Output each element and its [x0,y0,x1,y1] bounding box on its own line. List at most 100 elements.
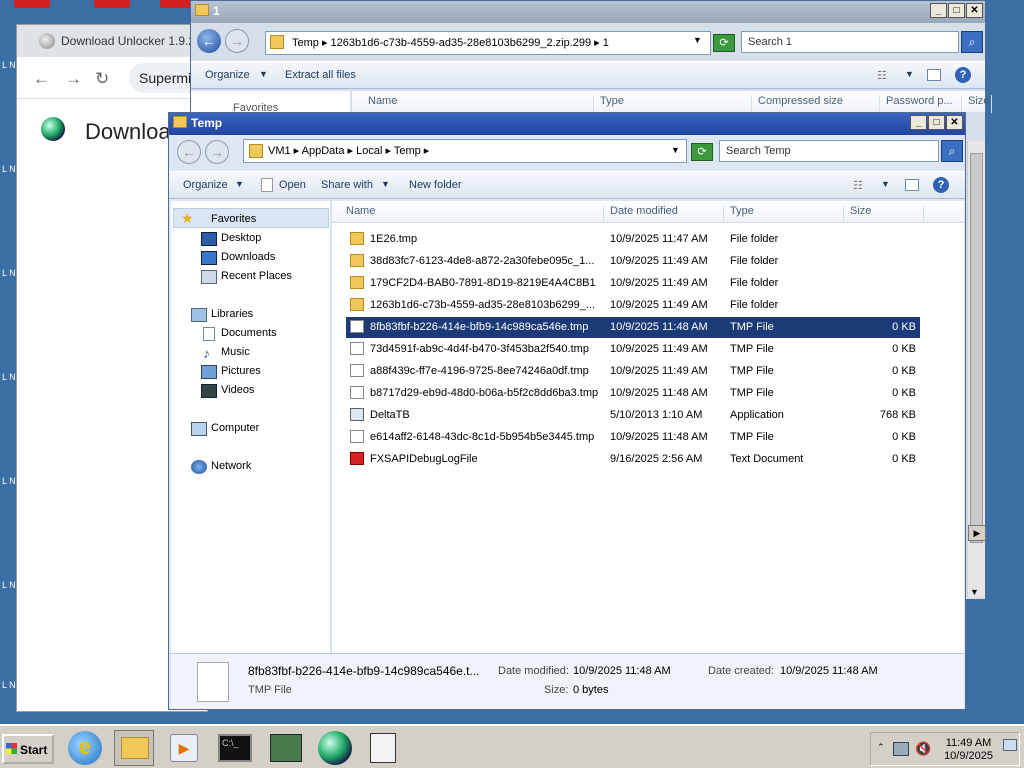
column-size[interactable]: Size [844,205,924,223]
organize-chevron-down-icon[interactable]: ▼ [259,69,268,79]
search-icon[interactable]: ⌕ [961,31,983,53]
minimize-button[interactable]: _ [910,115,927,130]
search-input[interactable]: Search 1 [741,31,959,53]
nav-computer[interactable]: Computer [211,422,259,434]
command-prompt-icon[interactable]: C:\_ [218,734,252,762]
nav-videos[interactable]: Videos [221,384,254,396]
preview-pane-icon[interactable] [927,69,941,81]
breadcrumb-item[interactable]: VM1 [268,145,291,157]
preview-pane-icon[interactable] [905,179,919,191]
forward-arrow-icon[interactable]: → [65,69,82,89]
start-button[interactable]: Start [2,734,54,764]
media-player-icon[interactable]: ▶ [170,734,198,762]
address-bar[interactable]: VM1 ▸ AppData ▸ Local ▸ Temp ▸ [243,139,687,163]
file-row[interactable]: 38d83fc7-6123-4de8-a872-2a30febe095c_1..… [346,251,920,272]
share-with-menu[interactable]: Share with [321,179,373,191]
reload-icon[interactable]: ↻ [95,69,109,89]
clock[interactable]: 11:49 AM 10/9/2025 [944,737,993,763]
scroll-down-arrow-icon[interactable]: ▼ [970,587,979,597]
refresh-icon[interactable]: ⟳ [691,143,713,161]
breadcrumb-item[interactable]: Temp [292,37,319,49]
view-chevron-down-icon[interactable]: ▼ [905,69,914,79]
file-row[interactable]: 1263b1d6-c73b-4559-ad35-28e8103b6299_...… [346,295,920,316]
internet-explorer-icon[interactable]: e [68,731,102,765]
organize-menu[interactable]: Organize [183,179,228,191]
nav-libraries[interactable]: Libraries [211,308,253,320]
maximize-button[interactable]: □ [948,3,965,18]
monitor-app-icon[interactable] [270,734,302,762]
column-type[interactable]: Type [594,95,752,113]
scrollbar-thumb[interactable] [970,153,983,543]
search-icon[interactable]: ⌕ [941,140,963,162]
vertical-scrollbar[interactable]: ▶ ▼ [967,141,986,597]
address-dropdown-icon[interactable]: ▼ [693,35,702,45]
nav-downloads[interactable]: Downloads [221,251,275,263]
forward-button-icon[interactable]: → [225,29,249,53]
scroll-right-arrow-icon[interactable]: ▶ [968,525,986,541]
notepad-icon[interactable] [370,733,396,763]
file-type: File folder [730,255,779,267]
view-chevron-down-icon[interactable]: ▼ [881,179,890,189]
file-row[interactable]: a88f439c-ff7e-4196-9725-8ee74246a0df.tmp… [346,361,920,382]
network-tray-icon[interactable] [893,742,909,756]
nav-network[interactable]: Network [211,460,251,472]
refresh-icon[interactable]: ⟳ [713,34,735,52]
breadcrumb-item[interactable]: 1263b1d6-c73b-4559-ad35-28e8103b6299_2.z… [331,37,592,49]
column-size[interactable]: Size [962,95,992,113]
search-input[interactable]: Search Temp [719,140,939,162]
breadcrumb-item[interactable]: Temp [394,145,421,157]
close-button[interactable]: ✕ [946,115,963,130]
breadcrumb-item[interactable]: Local [356,145,382,157]
extract-all-button[interactable]: Extract all files [285,69,356,81]
nav-documents[interactable]: Documents [221,327,277,339]
forward-button-icon[interactable]: → [205,140,229,164]
maximize-button[interactable]: □ [928,115,945,130]
browser-tab[interactable]: Download Unlocker 1.9.2 [61,34,195,48]
nav-desktop[interactable]: Desktop [221,232,261,244]
file-row[interactable]: 73d4591f-ab9c-4d4f-b470-3f453ba2f540.tmp… [346,339,920,360]
address-bar[interactable]: Temp ▸ 1263b1d6-c73b-4559-ad35-28e8103b6… [265,31,711,55]
volume-muted-icon[interactable]: 🔇 [915,741,931,757]
open-button[interactable]: Open [279,179,306,191]
minimize-button[interactable]: _ [930,3,947,18]
organize-chevron-down-icon[interactable]: ▼ [235,179,244,189]
breadcrumb-item[interactable]: AppData [302,145,345,157]
address-dropdown-icon[interactable]: ▼ [671,145,680,155]
nav-music[interactable]: Music [221,346,250,358]
breadcrumb-item[interactable]: 1 [603,37,609,49]
column-name[interactable]: Name [362,95,594,113]
file-row[interactable]: 8fb83fbf-b226-414e-bfb9-14c989ca546e.tmp… [346,317,920,338]
nav-recent-places[interactable]: Recent Places [221,270,292,282]
download-unlocker-icon[interactable] [318,731,352,765]
view-options-icon[interactable]: ☷ [853,179,863,192]
back-button-icon[interactable]: ← [177,140,201,164]
show-desktop-icon[interactable] [1003,739,1017,751]
file-row[interactable]: 179CF2D4-BAB0-7891-8D19-8219E4A4C8B1 10/9… [346,273,920,294]
file-row[interactable]: b8717d29-eb9d-48d0-b06a-b5f2c8dd6ba3.tmp… [346,383,920,404]
column-type[interactable]: Type [724,205,844,223]
file-date-modified: 10/9/2025 11:49 AM [610,365,708,377]
back-button-icon[interactable]: ← [197,29,221,53]
help-icon[interactable]: ? [955,67,971,83]
column-name[interactable]: Name [340,205,604,223]
share-chevron-down-icon[interactable]: ▼ [381,179,390,189]
column-date-modified[interactable]: Date modified [604,205,724,223]
explorer-taskbar-button[interactable] [114,730,154,766]
new-folder-button[interactable]: New folder [409,179,462,191]
file-row[interactable]: e614aff2-6148-43dc-8c1d-5b954b5e3445.tmp… [346,427,920,448]
show-hidden-icons-icon[interactable]: ⌃ [877,742,885,753]
close-button[interactable]: ✕ [966,3,983,18]
organize-menu[interactable]: Organize [205,69,250,81]
nav-favorites[interactable]: Favorites [211,213,256,225]
nav-pictures[interactable]: Pictures [221,365,261,377]
back-arrow-icon[interactable]: ← [33,69,50,89]
file-row[interactable]: 1E26.tmp 10/9/2025 11:47 AM File folder [346,229,920,250]
file-row[interactable]: FXSAPIDebugLogFile 9/16/2025 2:56 AM Text … [346,449,920,470]
star-icon: ★ [181,210,194,226]
window-title: Temp [191,116,223,130]
column-password-protected[interactable]: Password p... [880,95,962,113]
help-icon[interactable]: ? [933,177,949,193]
file-row[interactable]: DeltaTB 5/10/2013 1:10 AM Application 768 K… [346,405,920,426]
view-options-icon[interactable]: ☷ [877,69,887,82]
column-compressed-size[interactable]: Compressed size [752,95,880,113]
